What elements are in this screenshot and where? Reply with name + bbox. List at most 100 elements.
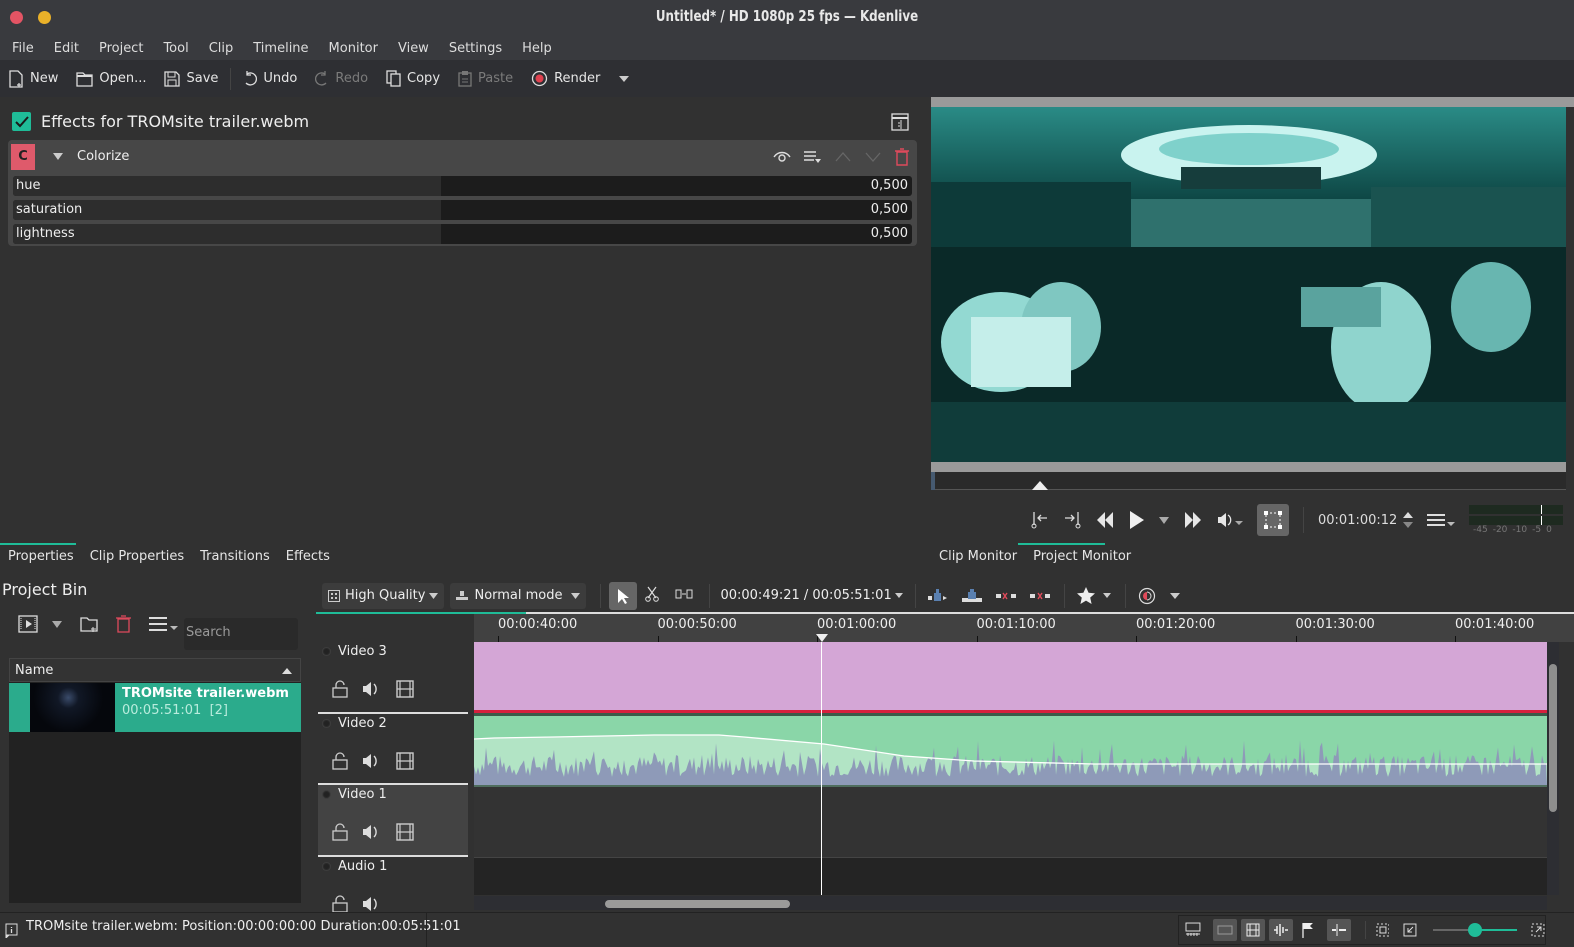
- playhead-line[interactable]: [821, 642, 822, 895]
- track-video1-lane[interactable]: [474, 787, 1547, 857]
- extract-zone-icon[interactable]: [995, 591, 1016, 601]
- forward-button[interactable]: [1183, 512, 1203, 528]
- lock-icon[interactable]: [332, 895, 348, 913]
- menu-timeline[interactable]: Timeline: [253, 41, 308, 56]
- copy-button[interactable]: Copy: [386, 70, 440, 87]
- move-up-icon[interactable]: [835, 151, 851, 162]
- speaker-icon[interactable]: [362, 680, 382, 698]
- chevron-down-icon[interactable]: [52, 620, 62, 628]
- menu-project[interactable]: Project: [99, 41, 143, 56]
- menu-help[interactable]: Help: [522, 41, 552, 56]
- fit-zoom-icon[interactable]: [1375, 923, 1390, 937]
- speaker-icon[interactable]: [362, 823, 382, 841]
- chevron-down-icon[interactable]: [1102, 593, 1111, 598]
- zoom-slider[interactable]: [1433, 923, 1518, 937]
- tab-transitions[interactable]: Transitions: [200, 549, 270, 564]
- timeline-vertical-scrollbar[interactable]: [1547, 642, 1559, 895]
- effects-enable-checkbox[interactable]: [12, 112, 31, 131]
- volume-button[interactable]: [1217, 512, 1243, 528]
- timeline-horizontal-scrollbar[interactable]: [474, 896, 1547, 910]
- tab-clip-properties[interactable]: Clip Properties: [90, 549, 184, 564]
- tab-effects[interactable]: Effects: [286, 549, 330, 564]
- open-button[interactable]: Open...: [76, 71, 146, 87]
- track-audio1-lane[interactable]: [474, 858, 1547, 895]
- menu-monitor[interactable]: Monitor: [329, 41, 378, 56]
- chevron-down-icon[interactable]: [1169, 592, 1180, 599]
- add-folder-icon[interactable]: [80, 616, 98, 633]
- track-header-video2[interactable]: Video 2: [318, 714, 468, 785]
- paste-button[interactable]: Paste: [458, 70, 513, 87]
- audio-record-icon[interactable]: [1138, 587, 1156, 605]
- tab-clip-monitor[interactable]: Clip Monitor: [939, 549, 1017, 564]
- film-icon[interactable]: [396, 823, 414, 841]
- marker-flag-icon[interactable]: [1301, 922, 1315, 938]
- minimize-button[interactable]: [38, 11, 51, 24]
- scrollbar-thumb[interactable]: [1549, 664, 1557, 812]
- play-button[interactable]: [1129, 511, 1145, 529]
- clip-video2[interactable]: [473, 716, 1547, 785]
- spacer-tool-button[interactable]: [675, 588, 693, 603]
- track-header-video3[interactable]: Video 3: [318, 642, 468, 714]
- add-clip-icon[interactable]: [18, 615, 38, 633]
- lock-icon[interactable]: [332, 680, 348, 698]
- presets-menu-icon[interactable]: [803, 150, 821, 164]
- slider-handle[interactable]: [1468, 923, 1483, 937]
- show-video-thumbnails-toggle[interactable]: [1240, 919, 1265, 941]
- zoom-out-icon[interactable]: [1403, 923, 1417, 937]
- scrollbar-thumb[interactable]: [605, 900, 790, 908]
- bin-search-input[interactable]: Search: [184, 618, 298, 650]
- zoom-in-icon[interactable]: [1531, 923, 1545, 937]
- set-zone-out-button[interactable]: [1063, 511, 1081, 529]
- monitor-ruler[interactable]: [931, 472, 1566, 490]
- menu-tool[interactable]: Tool: [163, 41, 188, 56]
- track-header-video1[interactable]: Video 1: [318, 785, 468, 857]
- menu-file[interactable]: File: [12, 41, 34, 56]
- monitor-menu-button[interactable]: [1427, 513, 1456, 527]
- timeline-ruler[interactable]: 00:00:40:00 00:00:50:00 00:01:00:00 00:01:1…: [474, 614, 1574, 643]
- speaker-icon[interactable]: [362, 752, 382, 770]
- new-button[interactable]: New: [8, 69, 58, 88]
- preview-quality-dropdown[interactable]: High Quality: [322, 582, 445, 609]
- snap-toggle[interactable]: [1326, 919, 1351, 941]
- menu-settings[interactable]: Settings: [449, 41, 502, 56]
- collapse-triangle-icon[interactable]: [53, 153, 63, 160]
- film-icon[interactable]: [396, 752, 414, 770]
- show-audio-thumbnails-toggle[interactable]: [1268, 919, 1293, 941]
- playhead-marker-icon[interactable]: [1032, 480, 1048, 490]
- razor-tool-button[interactable]: [645, 586, 660, 606]
- eye-icon[interactable]: [773, 151, 791, 163]
- lock-icon[interactable]: [332, 823, 348, 841]
- monitor-video-frame[interactable]: [931, 107, 1566, 462]
- delete-clip-icon[interactable]: [116, 615, 131, 633]
- save-button[interactable]: Save: [164, 70, 218, 87]
- redo-button[interactable]: Redo: [315, 70, 368, 87]
- param-hue-slider[interactable]: hue 0,500: [13, 176, 912, 196]
- edit-mode-toggle[interactable]: [1257, 504, 1289, 536]
- menu-view[interactable]: View: [398, 41, 429, 56]
- bin-clip-item[interactable]: TROMsite trailer.webm 00:05:51:01 [2]: [9, 683, 301, 732]
- bin-column-header[interactable]: Name: [9, 658, 301, 682]
- overwrite-clip-icon[interactable]: [961, 588, 982, 603]
- menu-edit[interactable]: Edit: [54, 41, 79, 56]
- show-transitions-toggle[interactable]: [1212, 919, 1237, 941]
- star-favorite-icon[interactable]: [1076, 587, 1095, 604]
- toolbar-overflow-button[interactable]: [618, 75, 636, 83]
- playhead-marker-icon[interactable]: [816, 634, 828, 642]
- tab-project-monitor[interactable]: Project Monitor: [1033, 549, 1131, 564]
- timecode-spinner[interactable]: [1403, 512, 1414, 528]
- timeline-tracks[interactable]: [473, 642, 1547, 895]
- insert-clip-icon[interactable]: [927, 588, 948, 603]
- timeline-position[interactable]: 00:00:49:21 / 00:05:51:01: [720, 588, 891, 603]
- render-button[interactable]: Render: [531, 70, 600, 87]
- clip-video3[interactable]: [474, 642, 1547, 710]
- view-menu-icon[interactable]: [149, 616, 179, 632]
- lift-zone-icon[interactable]: [1029, 591, 1050, 601]
- delete-effect-icon[interactable]: [895, 147, 909, 166]
- monitor-timecode[interactable]: 00:01:00:12: [1318, 513, 1397, 528]
- lock-icon[interactable]: [332, 752, 348, 770]
- chevron-down-icon[interactable]: [894, 593, 903, 598]
- film-icon[interactable]: [396, 680, 414, 698]
- speaker-icon[interactable]: [362, 895, 382, 913]
- effects-compare-button[interactable]: [891, 113, 909, 135]
- tab-properties[interactable]: Properties: [8, 549, 74, 564]
